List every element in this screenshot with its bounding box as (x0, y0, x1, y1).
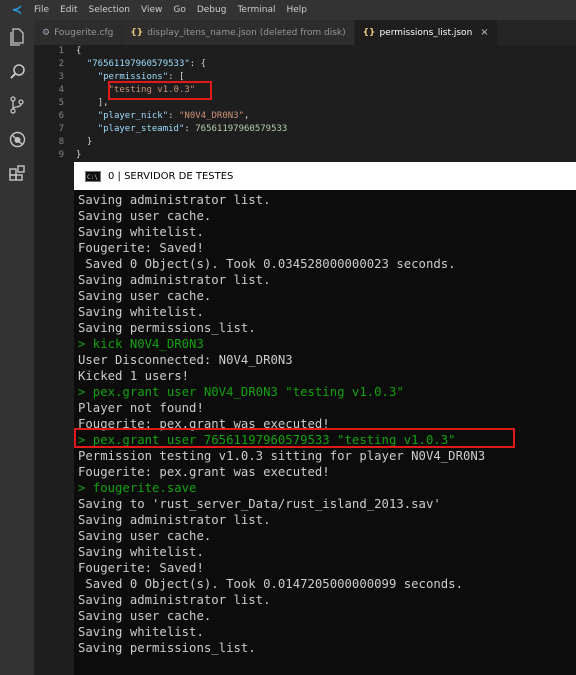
line-number: 2 (58, 59, 64, 69)
console-line: Saving whitelist. (78, 625, 204, 639)
console-line: Kicked 1 users! (78, 369, 190, 383)
menu-view[interactable]: View (141, 5, 162, 15)
console-line: Permission testing v1.0.3 sitting for pl… (78, 449, 486, 463)
console-line: Saving permissions_list. (78, 641, 256, 655)
console-line: Saving whitelist. (78, 305, 204, 319)
console-line: Saving user cache. (78, 529, 212, 543)
code-text: "player_steamid": 76561197960579533 (97, 124, 288, 134)
json-icon: {} (130, 27, 144, 38)
console-line: Fougerite: Saved! (78, 561, 204, 575)
line-number: 6 (58, 111, 64, 121)
cmd-icon: C:\ (85, 170, 101, 182)
tab-permissions-list-json[interactable]: {} permissions_list.json × (354, 20, 498, 45)
code-line: 9 } (34, 149, 82, 162)
code-line: 1 { (34, 45, 82, 58)
console-output: Saving administrator list. Saving user ca… (78, 192, 576, 656)
line-number: 4 (58, 85, 64, 95)
highlight-box (108, 81, 212, 100)
console-line: Saving to 'rust_server_Data/rust_island_… (78, 497, 441, 511)
line-number: 7 (58, 124, 64, 134)
line-number: 8 (58, 137, 64, 147)
menu-selection[interactable]: Selection (89, 5, 130, 15)
extensions-icon[interactable] (0, 156, 34, 190)
debug-icon[interactable] (0, 122, 34, 156)
console-line: Saving whitelist. (78, 545, 204, 559)
code-line: 7 "player_steamid": 76561197960579533 (34, 123, 288, 136)
code-line: 2 "76561197960579533": { (34, 58, 206, 71)
code-text: ], (97, 98, 109, 108)
code-line: 6 "player_nick": "N0V4_DR0N3", (34, 110, 250, 123)
console-line: Saving administrator list. (78, 193, 271, 207)
menu-help[interactable]: Help (286, 5, 307, 15)
console-line: Saving user cache. (78, 209, 212, 223)
console-line: Player not found! (78, 401, 204, 415)
tab-label: display_itens_name.json (deleted from di… (147, 27, 346, 38)
console-window[interactable]: C:\ 0 | SERVIDOR DE TESTES Saving admini… (74, 162, 576, 675)
code-line: 8 } (34, 136, 93, 149)
console-line: User Disconnected: N0V4_DR0N3 (78, 353, 293, 367)
console-line: Saving administrator list. (78, 513, 271, 527)
console-line: Saved 0 Object(s). Took 0.01472050000000… (78, 577, 463, 591)
code-text: } (76, 150, 82, 160)
menu-terminal[interactable]: Terminal (237, 5, 275, 15)
console-line: > kick N0V4_DR0N3 (78, 337, 204, 351)
code-editor[interactable]: 1 { 2 "76561197960579533": { 3 "permissi… (34, 45, 576, 165)
tab-fougerite-cfg[interactable]: ⚙ Fougerite.cfg (34, 20, 123, 45)
console-line: Saving user cache. (78, 289, 212, 303)
highlight-box (74, 428, 515, 448)
menu-edit[interactable]: Edit (60, 5, 77, 15)
console-title: 0 | SERVIDOR DE TESTES (108, 170, 234, 182)
tab-display-itens-name-json[interactable]: {} display_itens_name.json (deleted from… (122, 20, 355, 45)
tab-bar: ⚙ Fougerite.cfg {} display_itens_name.js… (34, 20, 576, 45)
tab-label: permissions_list.json (379, 27, 473, 38)
line-number: 3 (58, 72, 64, 82)
console-line: > pex.grant user N0V4_DR0N3 "testing v1.… (78, 385, 404, 399)
source-control-icon[interactable] (0, 88, 34, 122)
line-number: 9 (58, 150, 64, 160)
console-line: Saving permissions_list. (78, 321, 256, 335)
code-text: { (76, 46, 82, 56)
code-text: "player_nick": "N0V4_DR0N3", (97, 111, 250, 121)
gear-icon: ⚙ (42, 27, 51, 38)
code-line: 5 ], (34, 97, 109, 110)
console-line: Saving administrator list. (78, 273, 271, 287)
console-line: Saving administrator list. (78, 593, 271, 607)
menu-bar: ≺ File Edit Selection View Go Debug Term… (0, 0, 576, 20)
files-icon[interactable] (0, 20, 34, 54)
console-line: Fougerite: pex.grant was executed! (78, 465, 330, 479)
activity-bar (0, 20, 34, 675)
console-line: Saved 0 Object(s). Took 0.03452800000002… (78, 257, 456, 271)
menu-go[interactable]: Go (173, 5, 185, 15)
console-line: Fougerite: Saved! (78, 241, 204, 255)
tab-label: Fougerite.cfg (54, 27, 114, 38)
console-line: > fougerite.save (78, 481, 197, 495)
line-number: 1 (58, 46, 64, 56)
close-tab-icon[interactable]: × (480, 27, 488, 38)
menu-file[interactable]: File (34, 5, 49, 15)
console-line: Saving user cache. (78, 609, 212, 623)
search-icon[interactable] (0, 54, 34, 88)
code-text: "76561197960579533": { (86, 59, 207, 69)
line-number: 5 (58, 98, 64, 108)
vscode-logo-icon: ≺ (11, 2, 23, 18)
menu-debug[interactable]: Debug (197, 5, 227, 15)
console-line: Saving whitelist. (78, 225, 204, 239)
json-icon: {} (362, 27, 376, 38)
code-text: } (86, 137, 93, 147)
console-title-bar[interactable]: C:\ 0 | SERVIDOR DE TESTES (74, 162, 576, 190)
